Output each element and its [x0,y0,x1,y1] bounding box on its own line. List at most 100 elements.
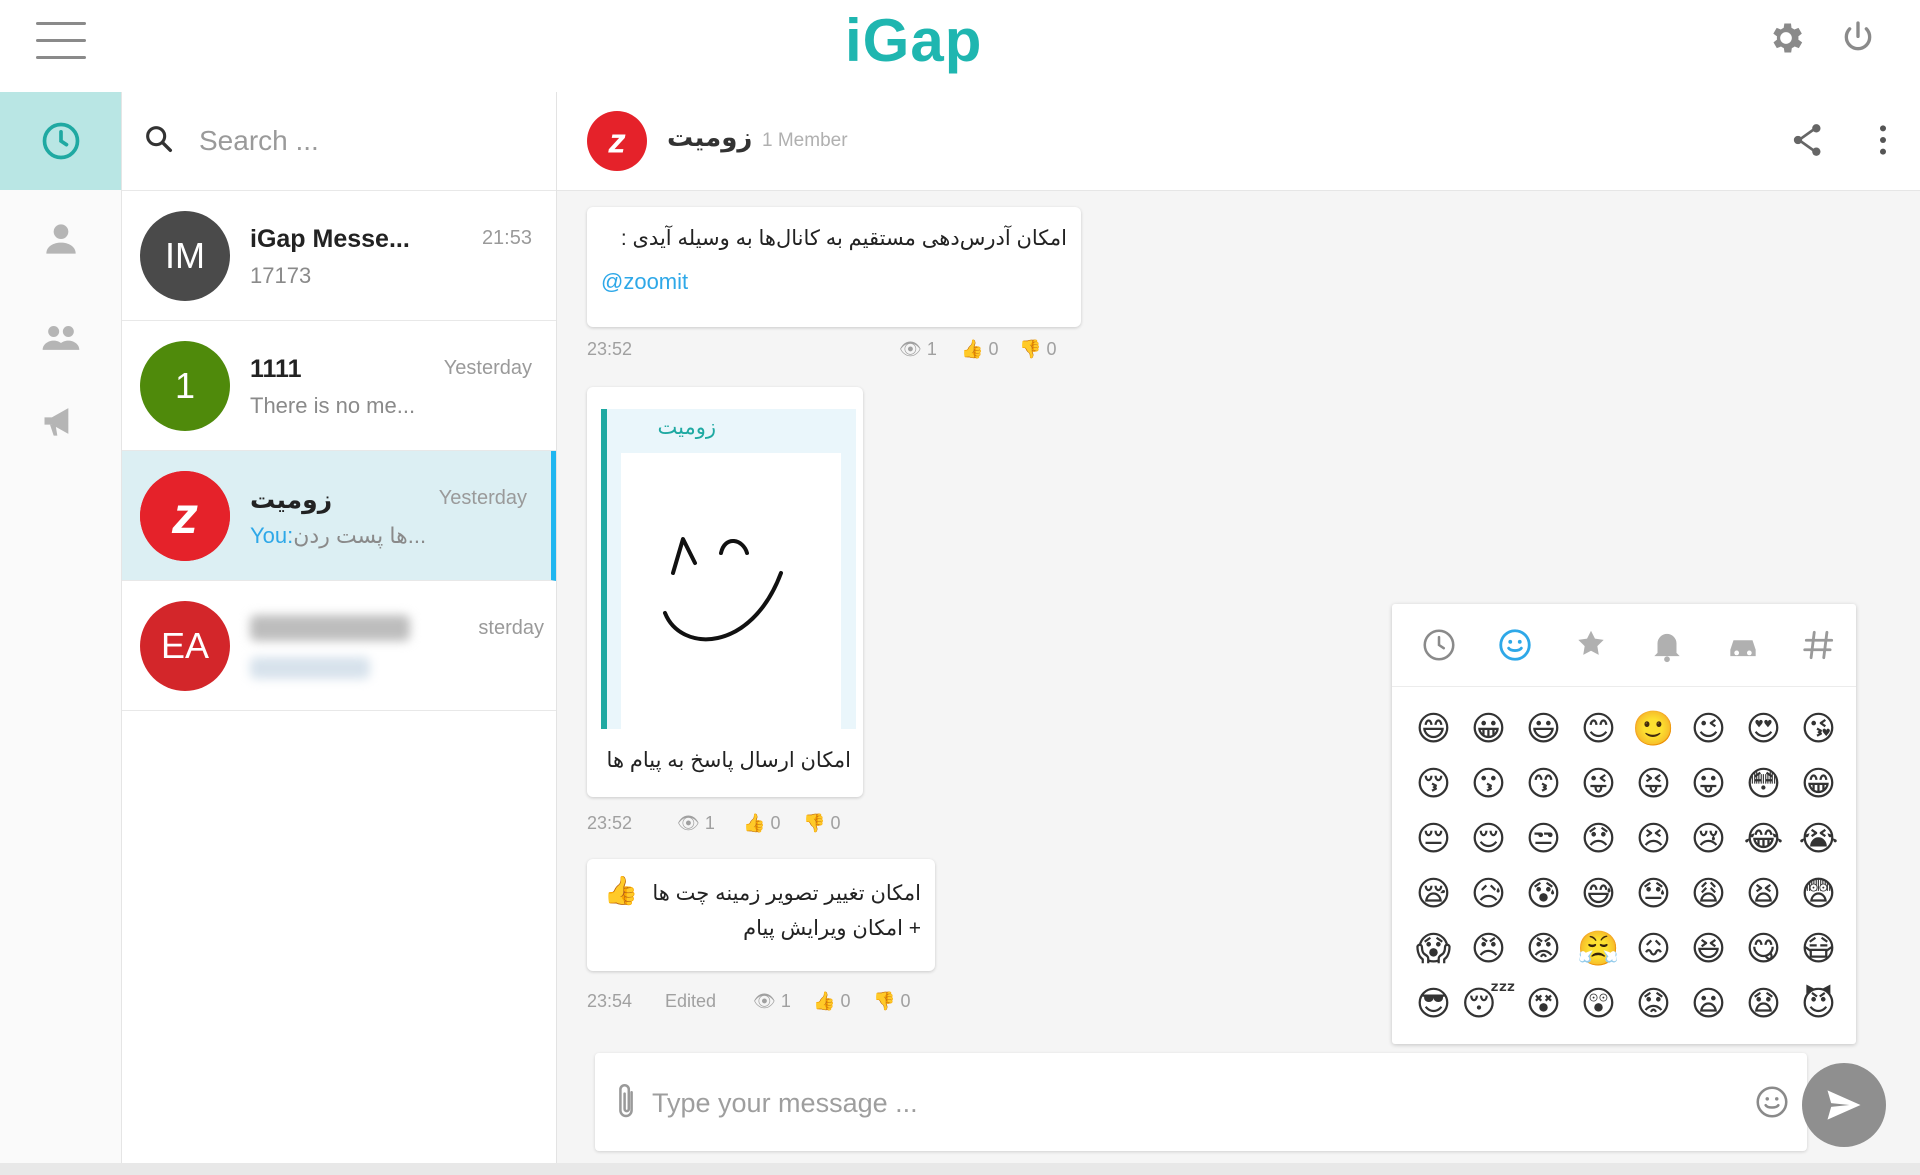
rail-item-contacts[interactable] [0,190,121,288]
message-bubble[interactable]: امکان تغییر تصویر زمینه چت ها 👍 + امکان … [587,859,935,971]
emoji-item[interactable]: 😰 [1516,867,1571,922]
message-time: 23:54 [587,991,633,1011]
emoji-item[interactable]: 😝 [1626,757,1681,812]
chat-list-item-active[interactable]: z زومیت Yesterday You:ها پست ردن... [122,451,556,581]
hamburger-menu-icon[interactable] [36,22,86,60]
hash-icon[interactable] [1800,626,1838,664]
chat-list-item[interactable]: EA sterday [122,581,556,711]
emoji-item[interactable]: 😋 [1736,922,1791,977]
avatar: 1 [140,341,230,431]
emoji-item[interactable]: 😥 [1461,867,1516,922]
rail-item-recent[interactable] [0,92,121,190]
attach-icon[interactable] [609,1081,643,1123]
send-button[interactable] [1802,1063,1886,1147]
search-bar [122,92,556,191]
message-input[interactable] [650,1079,1734,1127]
emoji-item[interactable]: 😵 [1516,977,1571,1032]
emoji-item[interactable]: 😷 [1791,922,1846,977]
message-time: 23:52 [587,813,633,833]
dislike-button[interactable]: 👎 0 [803,813,840,834]
emoji-item[interactable]: 😩 [1681,867,1736,922]
like-button[interactable]: 👍 0 [813,991,850,1012]
emoji-item[interactable]: 😲 [1571,977,1626,1032]
emoji-item[interactable]: 😡 [1516,922,1571,977]
chat-list-item[interactable]: IM iGap Messe... 21:53 17173 [122,191,556,321]
message-bubble[interactable]: امکان آدرس‌دهی مستقیم به کانال‌ها به وسی… [587,207,1081,327]
chat-list-item[interactable]: 1 1111 Yesterday There is no me... [122,321,556,451]
dislike-button[interactable]: 👎 0 [1019,339,1056,360]
emoji-item[interactable]: 😍 [1736,702,1791,757]
emoji-item[interactable]: 😅 [1571,867,1626,922]
emoji-item[interactable]: 🙂 [1626,702,1681,757]
emoji-item[interactable]: 😆 [1681,922,1736,977]
preview-sender: You: [250,523,294,548]
rail-item-channels[interactable] [0,372,121,470]
thumbs-up-icon: 👍 [743,813,766,833]
emoji-item[interactable]: 😛 [1681,757,1736,812]
emoji-item[interactable]: 😳 [1736,757,1791,812]
message-text: امکان آدرس‌دهی مستقیم به کانال‌ها به وسی… [620,227,1067,250]
emoji-item[interactable]: 😴 [1461,977,1516,1032]
clock-icon [42,122,79,160]
chat-name: زومیت [250,486,333,514]
flower-icon[interactable] [1572,626,1610,664]
emoji-item[interactable]: 😀 [1461,702,1516,757]
message-composer [595,1053,1807,1151]
emoji-item[interactable]: 😣 [1626,812,1681,867]
forwarded-block: زومیت [601,409,856,729]
emoji-item[interactable]: 😌 [1461,812,1516,867]
emoji-item[interactable]: 😔 [1406,812,1461,867]
chat-time: Yesterday [443,357,532,379]
chat-preview: There is no me... [250,393,416,418]
emoji-item[interactable]: 😞 [1571,812,1626,867]
emoji-item[interactable]: 😊 [1571,702,1626,757]
emoji-item[interactable]: 😘 [1791,702,1846,757]
emoji-item[interactable]: 😟 [1626,977,1681,1032]
emoji-item[interactable]: 😭 [1791,812,1846,867]
emoji-item[interactable]: 😨 [1791,867,1846,922]
recent-icon[interactable] [1420,626,1458,664]
search-input[interactable] [197,118,531,164]
emoji-item[interactable]: 😒 [1516,812,1571,867]
emoji-item[interactable]: 😖 [1626,922,1681,977]
emoji-item[interactable]: 😦 [1681,977,1736,1032]
emoji-item[interactable]: 😱 [1406,922,1461,977]
emoji-item[interactable]: 😓 [1626,867,1681,922]
like-button[interactable]: 👍 0 [961,339,998,360]
power-icon[interactable] [1838,18,1878,58]
search-icon [146,126,173,153]
emoji-item[interactable]: 😪 [1406,867,1461,922]
avatar: IM [140,211,230,301]
emoji-item[interactable]: 😙 [1516,757,1571,812]
chat-list: IM iGap Messe... 21:53 17173 1 1111 Yest… [122,92,557,1165]
emoji-item[interactable]: 😠 [1461,922,1516,977]
emoji-item[interactable]: 😎 [1406,977,1461,1032]
emoji-item[interactable]: 😂 [1736,812,1791,867]
smiley-drawing-image[interactable] [621,453,841,729]
share-icon[interactable] [1788,120,1828,160]
smiley-icon[interactable] [1496,626,1534,664]
bell-icon[interactable] [1648,626,1686,664]
emoji-item[interactable]: 😚 [1406,757,1461,812]
like-button[interactable]: 👍 0 [743,813,780,834]
zoomit-logo-icon[interactable]: z [587,111,647,171]
message-link[interactable]: @zoomit [601,269,688,295]
dislike-button[interactable]: 👎 0 [873,991,910,1012]
more-vert-icon[interactable] [1863,120,1903,160]
message-bubble[interactable]: زومیت امکان ارسال پاسخ به پیام ها [587,387,863,797]
emoji-item[interactable]: 😄 [1406,702,1461,757]
emoji-item[interactable]: 😜 [1571,757,1626,812]
emoji-item[interactable]: 😫 [1736,867,1791,922]
emoji-item[interactable]: 😈 [1791,977,1846,1032]
emoji-item[interactable]: 😗 [1461,757,1516,812]
car-icon[interactable] [1724,626,1762,664]
emoji-item[interactable]: 😢 [1681,812,1736,867]
emoji-item[interactable]: 😧 [1736,977,1791,1032]
gear-icon[interactable] [1766,18,1806,58]
emoji-toggle-icon[interactable] [1753,1083,1791,1121]
emoji-item[interactable]: 😃 [1516,702,1571,757]
emoji-item[interactable]: 😤 [1571,922,1626,977]
emoji-item[interactable]: 😁 [1791,757,1846,812]
chat-time: sterday [478,617,544,639]
emoji-item[interactable]: 😉 [1681,702,1736,757]
